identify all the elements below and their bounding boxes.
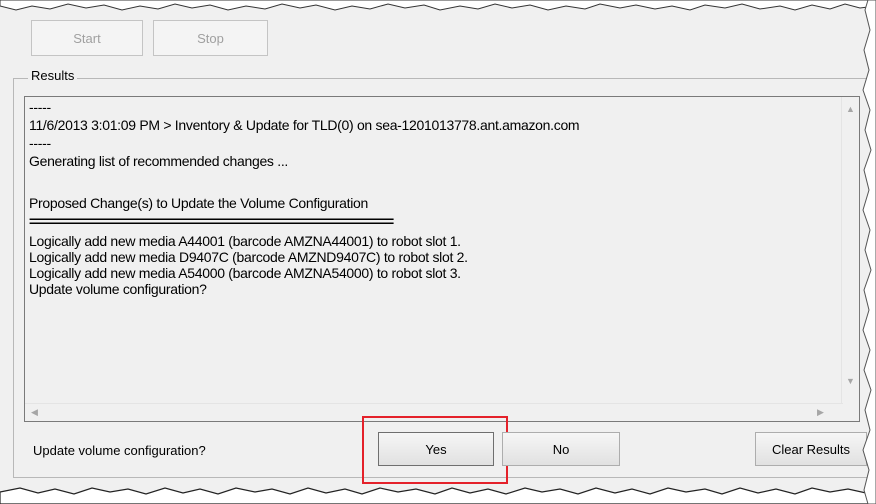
torn-bottom-edge (0, 487, 876, 504)
log-line: ----- (29, 135, 51, 151)
vertical-scrollbar[interactable]: ▲ ▼ (841, 97, 859, 403)
start-button[interactable]: Start (31, 20, 143, 56)
scroll-down-arrow-icon[interactable]: ▼ (846, 377, 855, 386)
torn-right-edge (862, 0, 876, 504)
log-line: Logically add new media D9407C (barcode … (29, 249, 468, 265)
log-line: ========================================… (29, 213, 394, 229)
log-line: Logically add new media A44001 (barcode … (29, 233, 461, 249)
log-line: ----- (29, 99, 51, 115)
scroll-right-arrow-icon[interactable]: ▶ (817, 408, 824, 417)
torn-top-edge (0, 0, 876, 11)
results-log-text[interactable]: ----- 11/6/2013 3:01:09 PM > Inventory & … (29, 99, 829, 395)
log-line: Logically add new media A54000 (barcode … (29, 265, 461, 281)
scroll-left-arrow-icon[interactable]: ◀ (31, 408, 38, 417)
dialog-window: Start Stop Results ----- 11/6/2013 3:01:0… (0, 0, 876, 504)
stop-button[interactable]: Stop (153, 20, 268, 56)
log-line: Update volume configuration? (29, 281, 207, 297)
clear-results-button[interactable]: Clear Results (755, 432, 867, 466)
log-line: Proposed Change(s) to Update the Volume … (29, 195, 368, 211)
results-log-box[interactable]: ----- 11/6/2013 3:01:09 PM > Inventory & … (24, 96, 860, 422)
scroll-up-arrow-icon[interactable]: ▲ (846, 105, 855, 114)
log-line: 11/6/2013 3:01:09 PM > Inventory & Updat… (29, 117, 580, 133)
results-group-label: Results (28, 68, 78, 83)
no-button[interactable]: No (502, 432, 620, 466)
log-line: Generating list of recommended changes .… (29, 153, 288, 169)
yes-button[interactable]: Yes (378, 432, 494, 466)
update-volume-question: Update volume configuration? (33, 443, 206, 458)
